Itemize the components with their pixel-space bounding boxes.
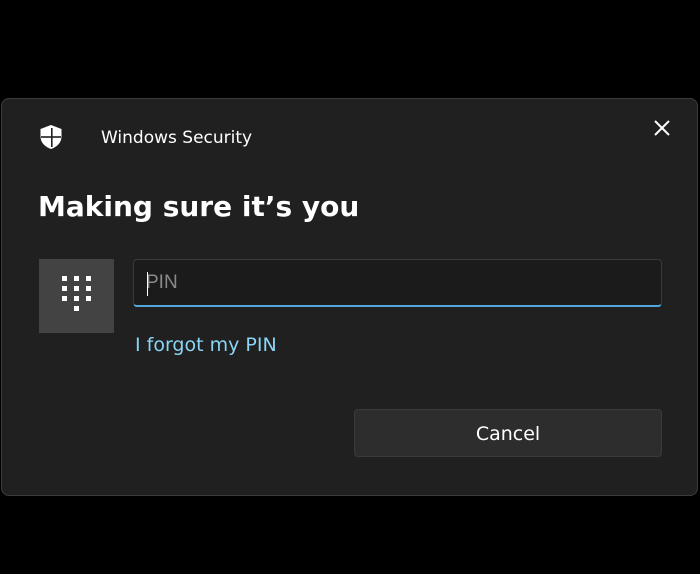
close-icon [654,120,670,136]
forgot-pin-link[interactable]: I forgot my PIN [135,333,277,357]
keypad-icon [62,276,91,311]
title-bar: Windows Security [2,99,697,171]
pin-input[interactable] [133,259,662,307]
windows-security-dialog: Windows Security Making sure it’s you I … [1,98,698,496]
shield-icon [38,124,64,150]
text-caret [147,272,148,296]
cancel-button[interactable]: Cancel [354,409,662,457]
close-button[interactable] [649,115,675,141]
pin-tile [39,259,114,333]
page-title: Making sure it’s you [38,190,360,223]
window-title: Windows Security [101,128,253,148]
